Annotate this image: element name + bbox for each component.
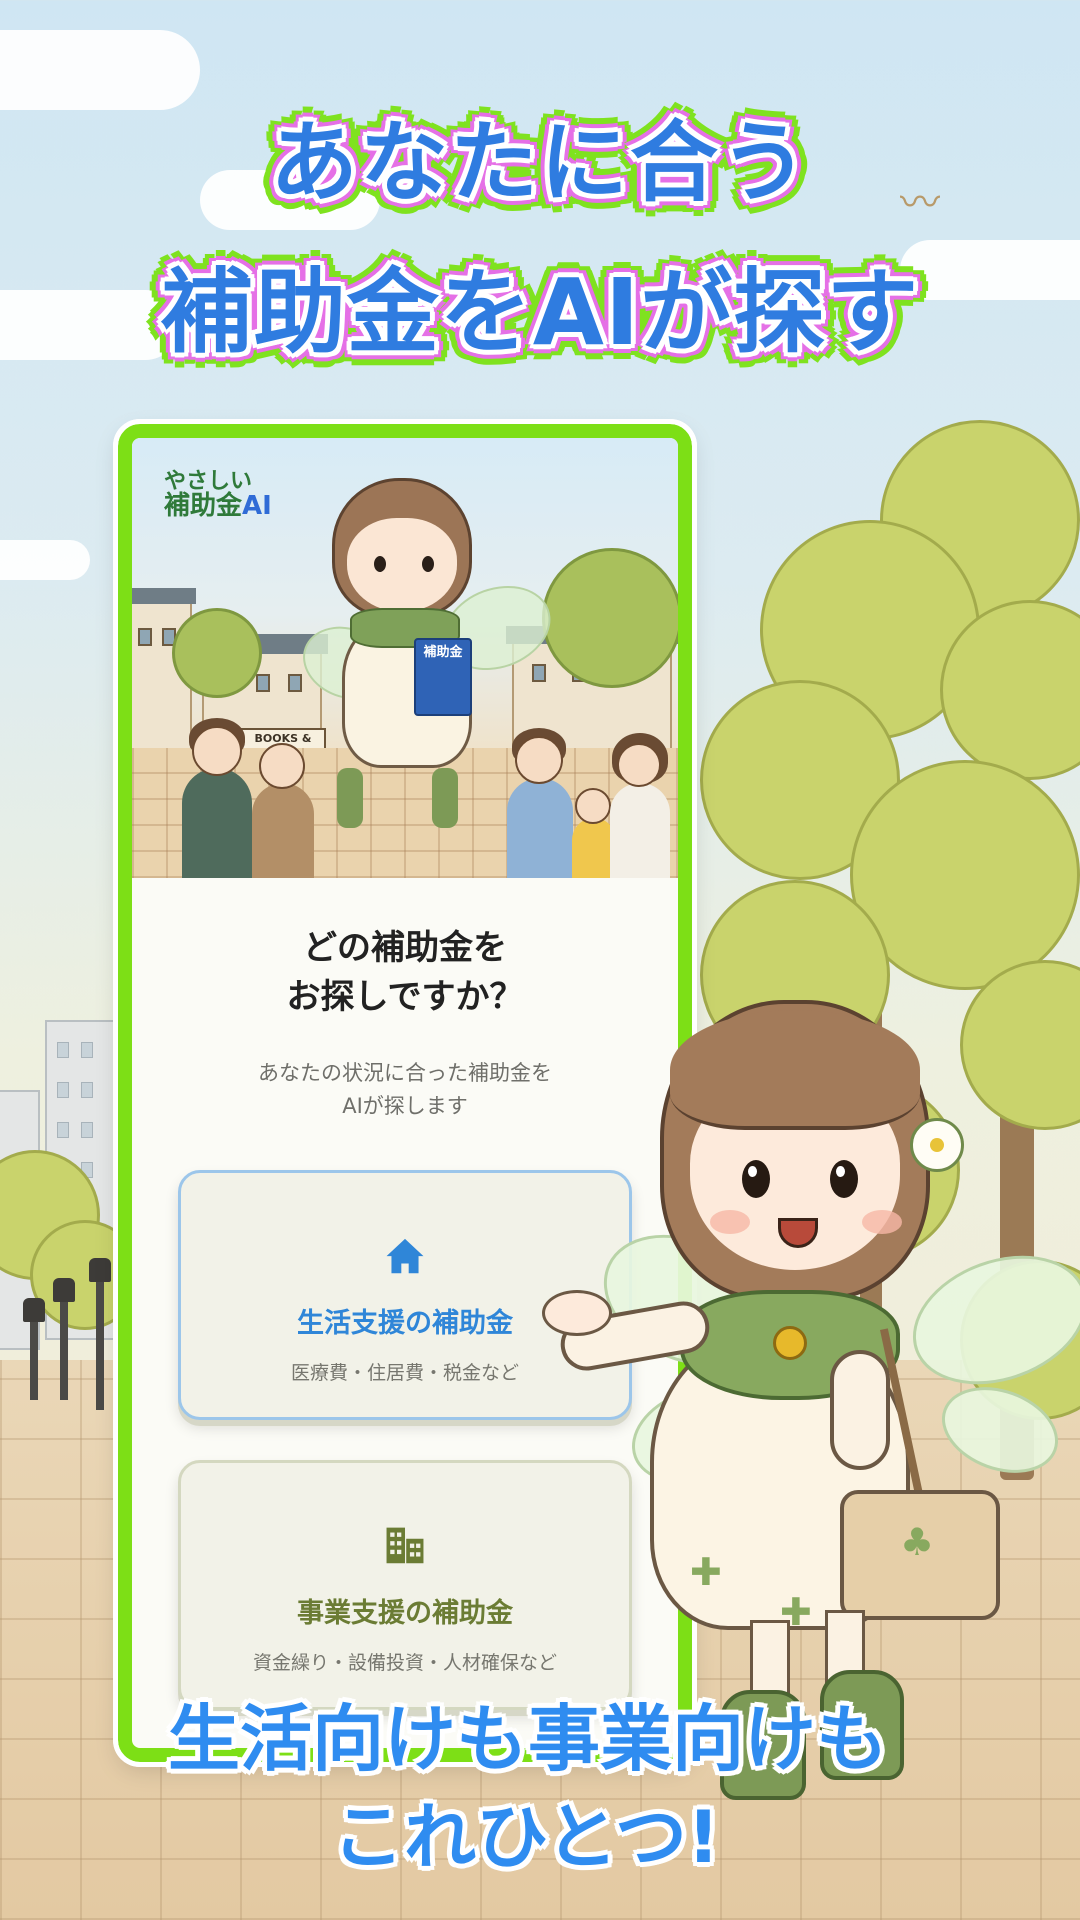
- logo-line1: やさしい: [164, 469, 253, 494]
- logo-line2: 補助金: [164, 491, 243, 522]
- building-icon: [386, 1527, 424, 1564]
- logo-ai: AI: [242, 491, 272, 522]
- clover-icon: ✚: [690, 1550, 722, 1594]
- headline-line2: 補助金をAIが探す: [160, 259, 920, 366]
- clipboard: 補助金: [414, 638, 472, 716]
- home-icon: [386, 1238, 424, 1274]
- footer-line1: 生活向けも事業向けも: [167, 1697, 888, 1781]
- clover-icon: ♣: [900, 1520, 935, 1564]
- hero-illustration: BOOKS & CAFE 補助金 やさしい 補助金AI: [132, 438, 678, 878]
- footer-line2: これひとつ!: [332, 1795, 720, 1879]
- headline-line1: あなたに合う: [269, 111, 810, 214]
- question-line1: どの補助金を: [303, 928, 507, 968]
- app-logo: やさしい 補助金AI: [164, 470, 272, 520]
